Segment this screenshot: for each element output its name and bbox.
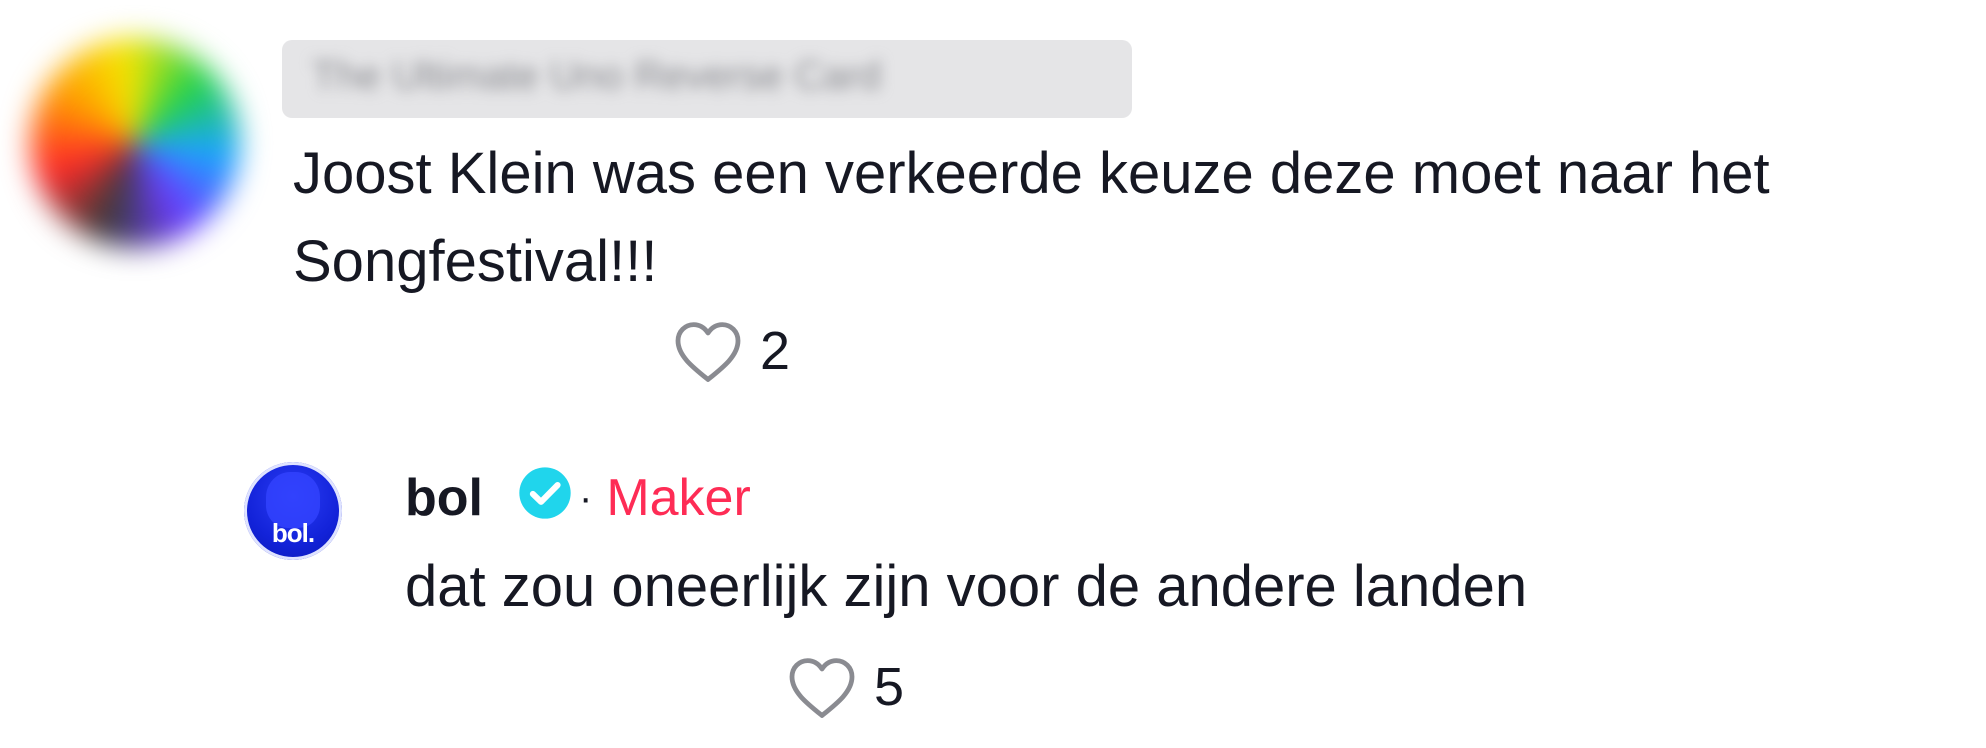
heart-outline-icon	[789, 658, 855, 718]
creator-badge: Maker	[606, 469, 751, 527]
avatar[interactable]	[30, 38, 240, 248]
like-count: 5	[874, 657, 905, 717]
like-button[interactable]: 2	[672, 318, 790, 384]
comment-username[interactable]: bol	[405, 468, 483, 528]
heart-outline-icon	[675, 322, 741, 382]
username-text: The Ultimate Uno Reverse Card	[312, 54, 882, 98]
like-count: 2	[760, 321, 791, 381]
verified-check-icon	[519, 467, 571, 519]
reply-author-row: bol · Maker	[405, 467, 751, 528]
comment-username[interactable]: The Ultimate Uno Reverse Card	[282, 40, 1132, 118]
comment-text: Joost Klein was een verkeerde keuze deze…	[293, 141, 1770, 294]
like-button[interactable]: 5	[786, 654, 904, 720]
avatar[interactable]: bol.	[244, 462, 342, 560]
comment-text: dat zou oneerlijk zijn voor de andere la…	[405, 554, 1528, 619]
avatar-logo-text: bol.	[271, 518, 315, 548]
separator-dot: ·	[578, 475, 593, 520]
comment-item: The Ultimate Uno Reverse Card Joost Klei…	[0, 0, 1986, 420]
